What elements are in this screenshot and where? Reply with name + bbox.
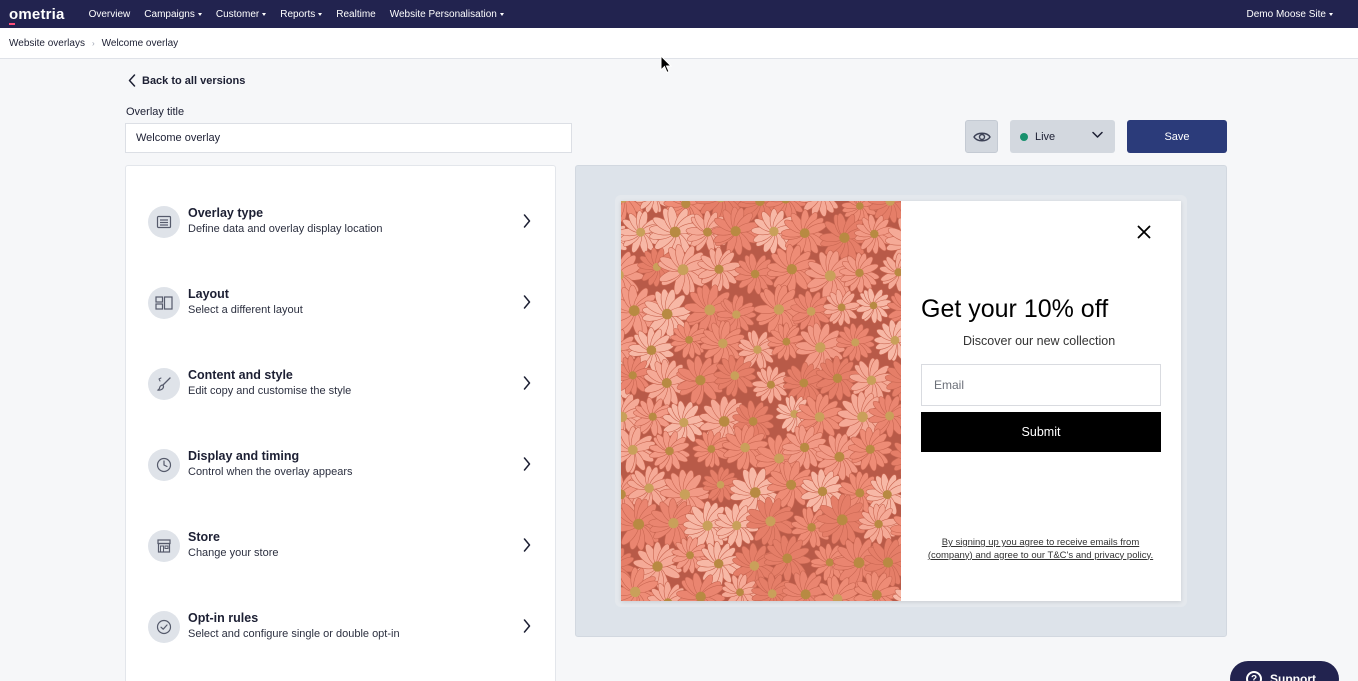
back-to-versions-link[interactable]: Back to all versions: [128, 74, 245, 87]
setting-title: Store: [188, 530, 220, 544]
top-navigation: ometria Overview Campaigns Customer Repo…: [0, 0, 1358, 28]
nav-item-label: Campaigns: [144, 8, 195, 20]
nav-item-overview[interactable]: Overview: [89, 9, 131, 20]
setting-display-and-timing[interactable]: Display and timing Control when the over…: [126, 424, 555, 505]
setting-title: Layout: [188, 287, 229, 301]
support-label: Support: [1270, 672, 1316, 681]
nav-item-label: Reports: [280, 8, 316, 20]
nav-menu: Overview Campaigns Customer Reports Real…: [89, 9, 518, 20]
help-icon: ?: [1246, 671, 1262, 681]
status-label: Live: [1035, 130, 1056, 143]
support-button[interactable]: ? Support: [1230, 661, 1339, 681]
breadcrumb-current: Welcome overlay: [101, 37, 179, 49]
save-button[interactable]: Save: [1127, 120, 1227, 153]
close-icon[interactable]: [1137, 225, 1151, 239]
eye-icon: [972, 132, 991, 141]
settings-panel: Overlay type Define data and overlay dis…: [125, 165, 556, 681]
chevron-right-icon: [523, 619, 531, 633]
chevron-right-icon: ›: [91, 38, 95, 48]
submit-button[interactable]: Submit: [921, 412, 1161, 452]
setting-overlay-type[interactable]: Overlay type Define data and overlay dis…: [126, 181, 555, 262]
nav-item-label: Customer: [215, 8, 260, 20]
site-selector[interactable]: Demo Moose Site: [1247, 0, 1333, 28]
back-label: Back to all versions: [142, 74, 246, 87]
check-circle-icon: [148, 610, 180, 643]
logo-accent: [9, 22, 15, 25]
overlay-title-label: Overlay title: [126, 106, 185, 118]
overlay-subheading: Discover our new collection: [963, 334, 1116, 348]
overlay-type-icon: [148, 205, 180, 238]
overlay-preview-card: Get your 10% off Discover our new collec…: [621, 201, 1181, 601]
setting-description: Change your store: [188, 547, 279, 559]
nav-item-customer[interactable]: Customer: [215, 8, 267, 20]
status-dropdown[interactable]: Live: [1010, 120, 1115, 153]
chevron-right-icon: [523, 214, 531, 228]
setting-description: Edit copy and customise the style: [188, 385, 352, 397]
setting-description: Define data and overlay display location: [188, 223, 383, 235]
caret-down-icon: [499, 12, 504, 16]
caret-down-icon: [1329, 12, 1333, 16]
nav-item-reports[interactable]: Reports: [280, 8, 323, 20]
flowers-image: [621, 201, 901, 601]
setting-title: Content and style: [188, 368, 293, 382]
caret-down-icon: [318, 12, 323, 16]
setting-content-and-style[interactable]: Content and style Edit copy and customis…: [126, 343, 555, 424]
setting-description: Control when the overlay appears: [188, 466, 353, 478]
layout-icon: [148, 286, 180, 319]
overlay-title-input[interactable]: [125, 123, 572, 153]
nav-item-website-personalisation[interactable]: Website Personalisation: [390, 9, 504, 20]
chevron-right-icon: [523, 376, 531, 390]
chevron-left-icon: [128, 74, 136, 87]
nav-item-realtime[interactable]: Realtime: [336, 9, 375, 20]
brush-icon: [148, 367, 180, 400]
setting-title: Opt-in rules: [188, 611, 259, 625]
preview-button[interactable]: [965, 120, 998, 153]
chevron-down-icon: [1092, 131, 1103, 138]
chevron-right-icon: [523, 538, 531, 552]
nav-item-label: Website Personalisation: [389, 8, 497, 20]
breadcrumb: Website overlays › Welcome overlay: [0, 28, 1358, 59]
setting-store[interactable]: Store Change your store: [126, 505, 555, 586]
site-name: Demo Moose Site: [1246, 8, 1326, 20]
setting-title: Overlay type: [188, 206, 264, 220]
setting-layout[interactable]: Layout Select a different layout: [126, 262, 555, 343]
setting-opt-in-rules[interactable]: Opt-in rules Select and configure single…: [126, 586, 555, 667]
caret-down-icon: [262, 12, 267, 16]
chevron-right-icon: [523, 457, 531, 471]
nav-item-label: Overview: [88, 8, 131, 20]
setting-title: Display and timing: [188, 449, 300, 463]
logo-text: ometria: [9, 5, 65, 23]
caret-down-icon: [197, 12, 202, 16]
overlay-heading: Get your 10% off: [921, 295, 1109, 323]
email-field[interactable]: [921, 364, 1161, 406]
chevron-right-icon: [523, 295, 531, 309]
breadcrumb-website-overlays[interactable]: Website overlays: [9, 38, 85, 49]
mouse-cursor-icon: [660, 55, 672, 74]
clock-icon: [148, 448, 180, 481]
ometria-logo[interactable]: ometria: [9, 5, 65, 25]
setting-description: Select and configure single or double op…: [188, 628, 400, 640]
legal-disclaimer-link[interactable]: By signing up you agree to receive email…: [927, 537, 1154, 562]
store-icon: [148, 529, 180, 562]
nav-item-label: Realtime: [336, 8, 376, 20]
nav-item-campaigns[interactable]: Campaigns: [144, 9, 202, 20]
setting-description: Select a different layout: [188, 304, 303, 316]
live-status-dot: [1020, 132, 1028, 141]
